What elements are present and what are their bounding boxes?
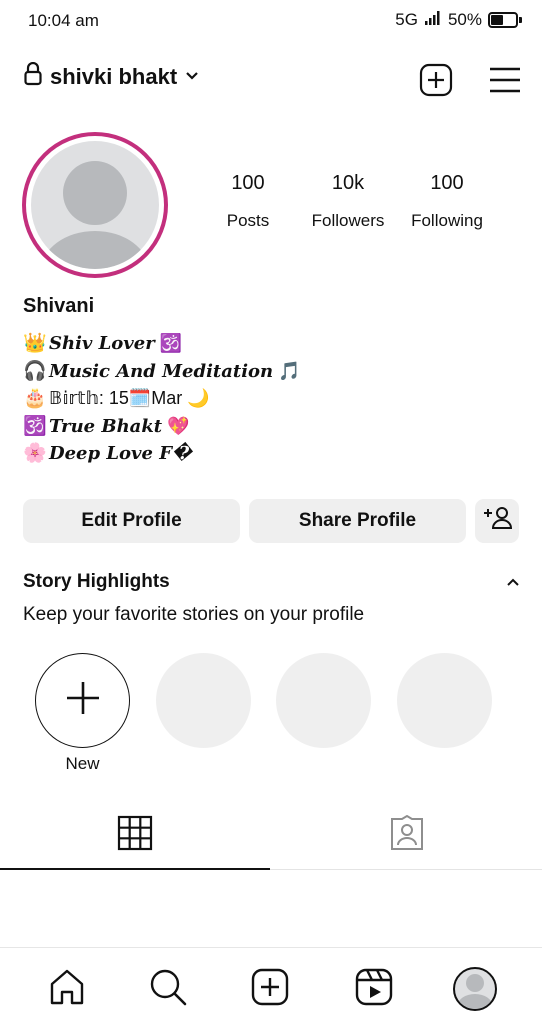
- tab-tagged[interactable]: [272, 814, 542, 869]
- status-indicators: 5G 50%: [395, 10, 522, 30]
- tab-active-indicator: [0, 868, 270, 870]
- tagged-icon: [389, 814, 425, 856]
- profile-avatar-small: [453, 967, 497, 1011]
- battery-icon: [488, 12, 518, 28]
- highlight-placeholder: [276, 653, 371, 748]
- username: shivki bhakt: [50, 63, 178, 89]
- highlight-placeholder: [397, 653, 492, 748]
- bio-line: 🎧 Music And Meditation 🎵: [23, 360, 301, 382]
- signal-icon: [424, 10, 442, 30]
- followers-count: 10k: [331, 172, 365, 194]
- profile-avatar[interactable]: [22, 132, 168, 278]
- posts-label: Posts: [226, 211, 270, 230]
- display-name: Shivani: [23, 295, 95, 317]
- search-icon: [149, 968, 187, 1011]
- bio-line: 🎂 𝔹𝕚𝕣𝕥𝕙: 15🗓️Mar 🌙: [23, 388, 210, 409]
- avatar-placeholder: [31, 141, 159, 269]
- new-highlight-label: New: [65, 754, 100, 773]
- status-time: 10:04 am: [28, 11, 99, 30]
- grid-icon: [117, 815, 153, 856]
- nav-search[interactable]: [144, 965, 192, 1013]
- lock-icon: [24, 61, 42, 91]
- chevron-down-icon: [185, 68, 199, 86]
- stat-posts[interactable]: 100 Posts: [198, 172, 298, 231]
- nav-divider: [0, 947, 542, 948]
- share-profile-button[interactable]: Share Profile: [249, 499, 466, 543]
- battery-percent: 50%: [447, 10, 482, 29]
- highlights-subtitle: Keep your favorite stories on your profi…: [23, 604, 365, 625]
- stat-following[interactable]: 100 Following: [397, 172, 497, 231]
- tab-posts-grid[interactable]: [0, 815, 270, 869]
- reels-icon: [355, 968, 393, 1011]
- network-label: 5G: [395, 10, 418, 29]
- add-person-icon: [482, 506, 513, 536]
- nav-profile[interactable]: [451, 965, 499, 1013]
- home-icon: [48, 968, 86, 1011]
- posts-count: 100: [231, 172, 265, 194]
- bio: 👑 Shiv Lover 🕉️ 🎧 Music And Meditation 🎵 🎂…: [23, 330, 301, 468]
- nav-reels[interactable]: [350, 965, 398, 1013]
- new-post-icon[interactable]: [418, 62, 454, 98]
- highlight-placeholder: [156, 653, 251, 748]
- highlights-title: Story Highlights: [23, 571, 170, 592]
- new-highlight-button[interactable]: [35, 653, 130, 748]
- plus-icon: [65, 680, 101, 721]
- bio-line: 👑 Shiv Lover 🕉️: [23, 333, 183, 354]
- bio-line: 🕉️ True Bhakt 💖: [23, 415, 190, 437]
- create-icon: [251, 968, 289, 1011]
- menu-icon[interactable]: [487, 62, 523, 98]
- following-count: 100: [430, 172, 464, 194]
- add-person-button[interactable]: [475, 499, 519, 543]
- followers-label: Followers: [311, 211, 385, 230]
- account-switcher[interactable]: shivki bhakt: [24, 61, 199, 91]
- bio-line: 🌸 Deep Love F�: [23, 443, 193, 464]
- nav-create[interactable]: [246, 965, 294, 1013]
- edit-profile-button[interactable]: Edit Profile: [23, 499, 240, 543]
- following-label: Following: [411, 211, 483, 230]
- stat-followers[interactable]: 10k Followers: [298, 172, 398, 231]
- chevron-up-icon[interactable]: [503, 572, 523, 592]
- nav-home[interactable]: [43, 965, 91, 1013]
